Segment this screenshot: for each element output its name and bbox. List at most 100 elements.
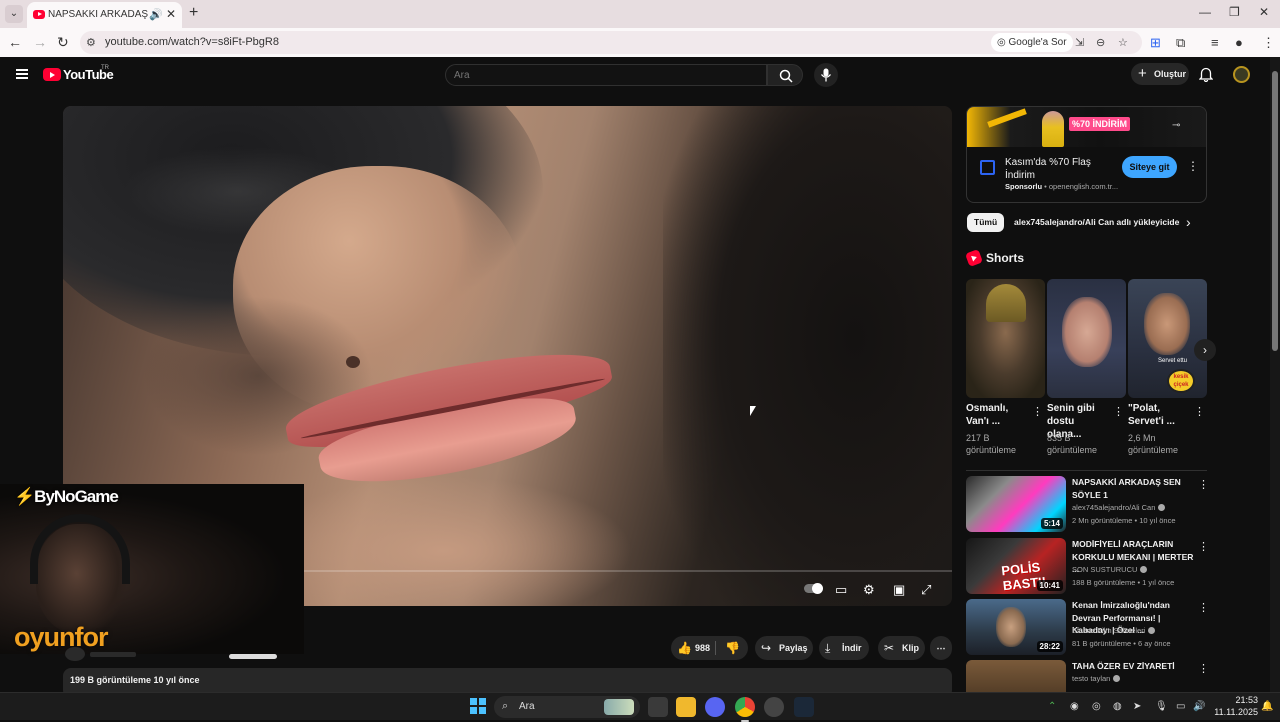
more-vert-icon[interactable]: ⋮: [1198, 478, 1209, 491]
chip-all[interactable]: Tümü: [967, 213, 1005, 232]
reload-icon[interactable]: ↻: [57, 34, 69, 51]
more-vert-icon[interactable]: ⋮: [1198, 540, 1209, 553]
more-icon[interactable]: ⋮: [1262, 35, 1275, 51]
browser-tab-active[interactable]: NAPSAKKİ ARKADAŞ SEN S 🔊 ✕: [27, 2, 182, 28]
short-thumbnail[interactable]: [1047, 279, 1126, 398]
avatar[interactable]: [1233, 66, 1250, 83]
shorts-next-chevron-icon[interactable]: ›: [1194, 339, 1216, 361]
video-thumbnail[interactable]: 5:14: [966, 476, 1066, 532]
network-icon[interactable]: ▭: [1176, 701, 1185, 712]
channel-name[interactable]: SON SUSTURUCU: [1072, 565, 1197, 574]
sponsored-ad-card[interactable]: %70 İNDİRİM ⊸ Kasım'da %70 Flaş İndirim …: [966, 106, 1207, 203]
recommended-video[interactable]: 5:14 NAPSAKKİ ARKADAŞ SEN SÖYLE 1 alex74…: [966, 476, 1209, 534]
notification-bell-icon[interactable]: 🔔: [1261, 701, 1273, 712]
like-icon[interactable]: 👍: [677, 636, 692, 660]
windows-start-icon[interactable]: [470, 698, 486, 714]
url-text[interactable]: youtube.com/watch?v=s8iFt-PbgR8: [105, 36, 279, 48]
download-button[interactable]: ⤓ İndir: [819, 636, 869, 660]
short-thumbnail[interactable]: Servet ettu kesik çiçek: [1128, 279, 1207, 398]
more-vert-icon[interactable]: ⋮: [1198, 601, 1209, 614]
channel-avatar[interactable]: [65, 647, 85, 661]
chevron-right-icon[interactable]: ›: [1186, 214, 1191, 230]
subtitles-icon[interactable]: ▭: [835, 582, 847, 598]
more-actions-button[interactable]: ⋯: [930, 636, 952, 660]
more-vert-icon[interactable]: ⋮: [1198, 662, 1207, 675]
file-explorer-icon[interactable]: [676, 697, 696, 717]
channel-name[interactable]: alex745alejandro/Ali Can: [1072, 503, 1197, 512]
close-icon[interactable]: ✕: [166, 7, 176, 21]
video-title[interactable]: TAHA ÖZER EV ZİYARETİ: [1072, 660, 1194, 673]
install-icon[interactable]: ⇲: [1075, 36, 1084, 49]
video-thumbnail[interactable]: [966, 660, 1066, 692]
channel-name[interactable]: testo taylan: [1072, 674, 1197, 683]
star-icon[interactable]: ☆: [1118, 36, 1128, 49]
tray-telegram-icon[interactable]: ➤: [1133, 701, 1141, 712]
notification-app-icon[interactable]: [764, 697, 784, 717]
chrome-icon[interactable]: [735, 697, 755, 722]
taskbar-search[interactable]: ⌕ Ara: [494, 696, 640, 718]
more-vert-icon[interactable]: ⋮: [1032, 405, 1043, 418]
more-vert-icon[interactable]: ⋮: [1113, 405, 1124, 418]
like-count[interactable]: 988: [695, 636, 710, 660]
channel-name[interactable]: Efsane Film Sahneleri: [1072, 626, 1197, 635]
subscribe-button[interactable]: [229, 654, 277, 659]
address-bar[interactable]: ⚙ youtube.com/watch?v=s8iFt-PbgR8 ◎ Goog…: [80, 31, 1142, 54]
settings-gear-icon[interactable]: ⚙: [863, 582, 875, 598]
create-button[interactable]: + Oluştur: [1131, 63, 1189, 85]
tray-mic-icon[interactable]: 🎙: [1155, 701, 1168, 712]
fullscreen-icon[interactable]: ⤢: [921, 582, 931, 598]
recommended-video[interactable]: 28:22 Kenan İmirzalıoğlu'ndan Devran Per…: [966, 599, 1209, 657]
discord-icon[interactable]: [705, 697, 725, 717]
speaker-icon[interactable]: 🔊: [149, 8, 163, 21]
minimize-icon[interactable]: —: [1199, 5, 1211, 19]
recommended-video[interactable]: TAHA ÖZER EV ZİYARETİ testo taylan ⋮: [966, 660, 1207, 692]
tray-discord-icon[interactable]: ◉: [1070, 701, 1079, 712]
channel-name[interactable]: [90, 652, 136, 657]
video-title[interactable]: NAPSAKKİ ARKADAŞ SEN SÖYLE 1: [1072, 476, 1194, 501]
clock-time[interactable]: 21:53: [1222, 695, 1258, 705]
short-title[interactable]: Osmanlı, Van'ı ...: [966, 402, 1030, 428]
tray-chrome-icon[interactable]: ◍: [1113, 701, 1122, 712]
tray-steam-icon[interactable]: ◎: [1092, 701, 1101, 712]
clip-button[interactable]: ✂ Klip: [878, 636, 925, 660]
miniplayer-icon[interactable]: ▣: [893, 582, 905, 598]
close-window-icon[interactable]: ✕: [1259, 5, 1269, 19]
tab-search-chevron-icon[interactable]: ⌄: [5, 5, 23, 23]
video-thumbnail[interactable]: 28:22: [966, 599, 1066, 655]
new-tab-plus-icon[interactable]: +: [189, 4, 198, 22]
hamburger-icon[interactable]: [16, 69, 28, 79]
video-thumbnail[interactable]: POLİS BASTI! 10:41: [966, 538, 1066, 594]
ad-title[interactable]: Kasım'da %70 Flaş İndirim: [1005, 156, 1117, 182]
volume-icon[interactable]: 🔊: [1193, 701, 1205, 712]
ad-banner[interactable]: %70 İNDİRİM ⊸: [967, 107, 1206, 147]
scrollbar-thumb[interactable]: [1272, 71, 1278, 351]
dislike-icon[interactable]: 👎: [725, 636, 740, 660]
profile-icon[interactable]: ●: [1235, 35, 1243, 50]
more-vert-icon[interactable]: ⋮: [1187, 159, 1199, 173]
short-thumbnail[interactable]: [966, 279, 1045, 398]
chip-from-uploader[interactable]: alex745alejandro/Ali Can adlı yükleyicid…: [1007, 213, 1180, 232]
clock-date[interactable]: 11.11.2025: [1210, 707, 1258, 717]
ask-google-button[interactable]: ◎ Google'a Sor: [991, 33, 1073, 52]
visit-site-button[interactable]: Siteye git: [1122, 156, 1177, 178]
extensions-icon[interactable]: ⧉: [1176, 35, 1185, 51]
reading-list-icon[interactable]: ≡: [1211, 35, 1219, 50]
page-scrollbar[interactable]: [1270, 57, 1280, 692]
zoom-icon[interactable]: ⊖: [1096, 36, 1105, 49]
share-button[interactable]: ↪ Paylaş: [755, 636, 813, 660]
search-button[interactable]: [767, 64, 803, 86]
restore-icon[interactable]: ❐: [1229, 5, 1240, 19]
more-vert-icon[interactable]: ⋮: [1194, 405, 1205, 418]
site-settings-icon[interactable]: ⚙: [86, 36, 96, 49]
short-title[interactable]: "Polat, Servet'i ...: [1128, 402, 1192, 428]
tray-arrow-icon[interactable]: ⌃: [1048, 701, 1056, 712]
task-view-icon[interactable]: [648, 697, 668, 717]
back-icon[interactable]: ←: [8, 34, 22, 50]
forward-icon[interactable]: →: [33, 34, 47, 50]
steam-icon[interactable]: [794, 697, 814, 717]
search-input[interactable]: [454, 68, 754, 83]
youtube-logo-icon[interactable]: [43, 68, 61, 81]
bell-icon[interactable]: [1199, 66, 1213, 82]
recommended-video[interactable]: POLİS BASTI! 10:41 MODİFİYELİ ARAÇLARIN …: [966, 538, 1209, 596]
autoplay-toggle[interactable]: [804, 583, 823, 594]
